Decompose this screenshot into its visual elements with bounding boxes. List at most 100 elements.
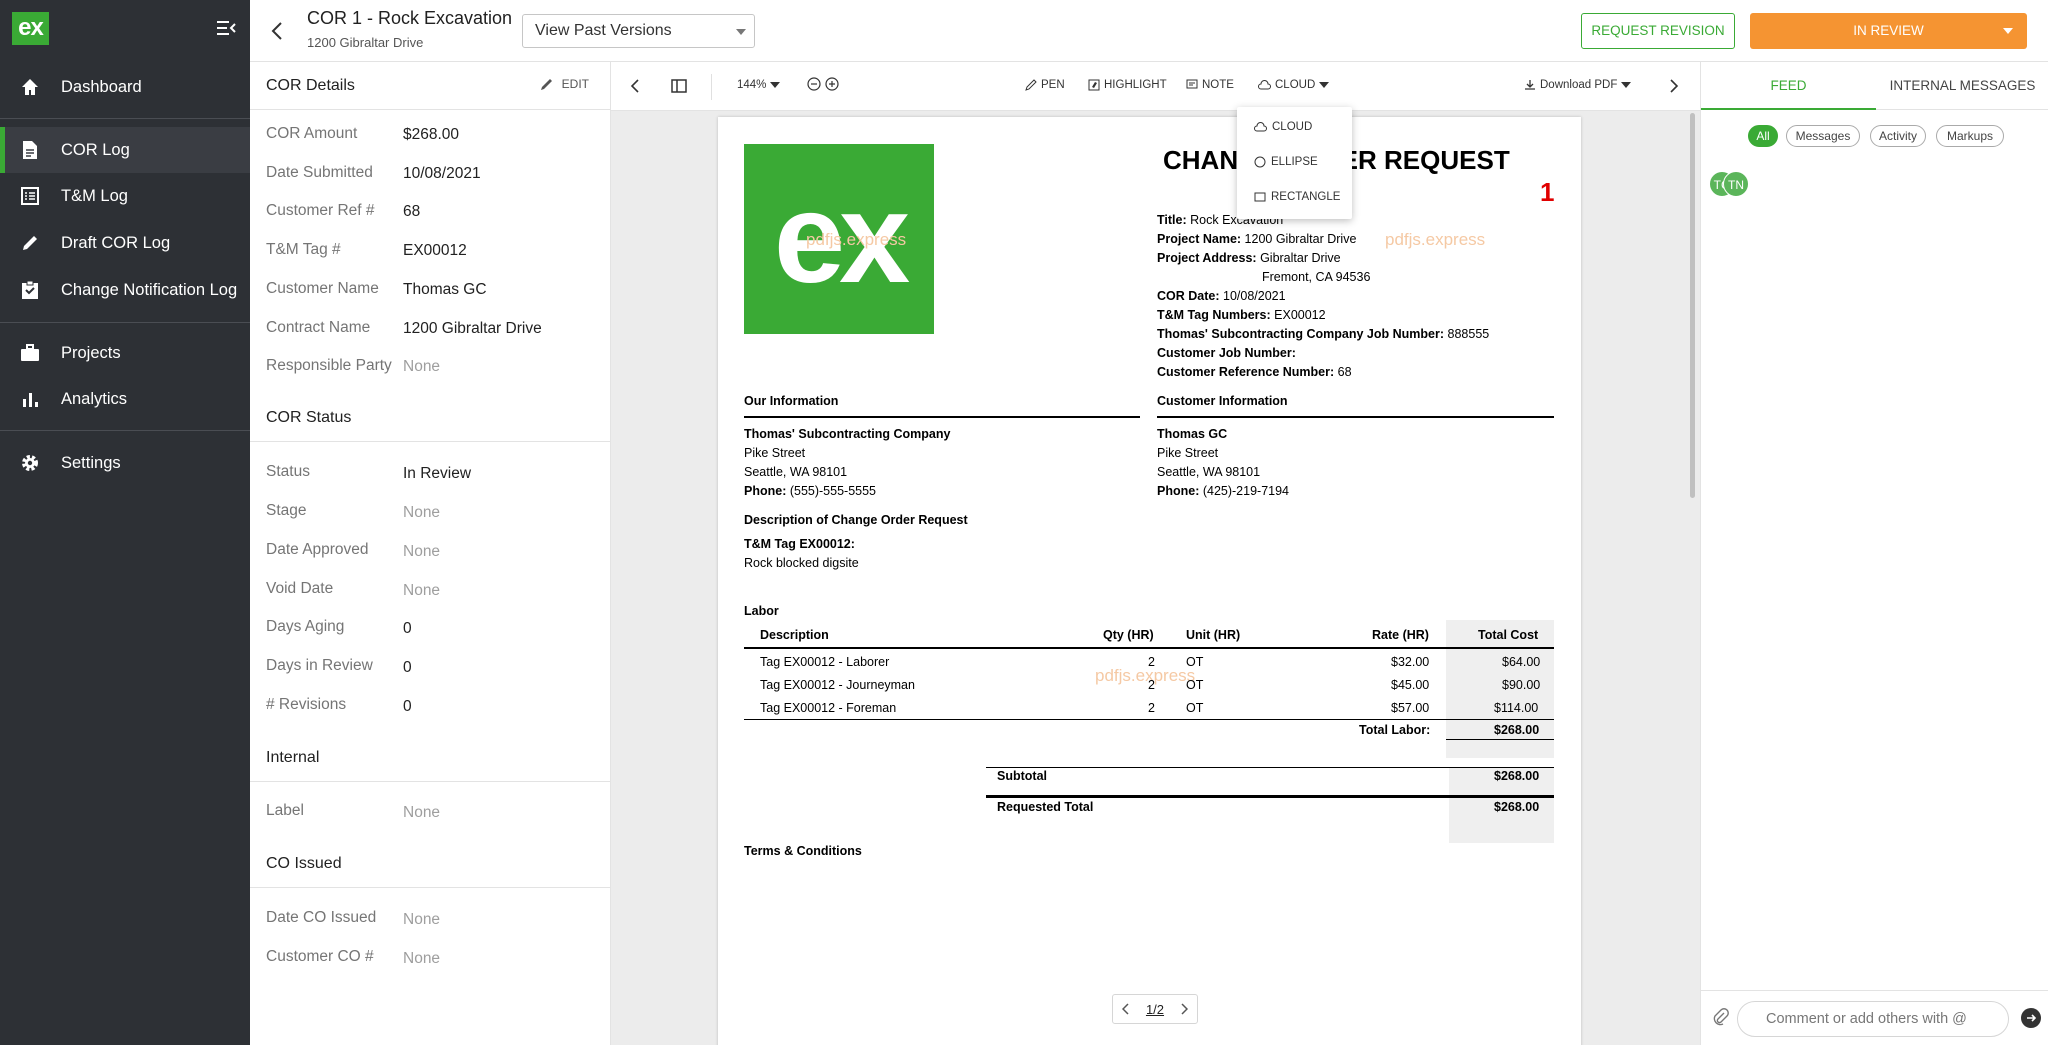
labor-cell: $57.00 [1391, 701, 1430, 715]
field-value: None [403, 582, 441, 599]
field-value: EX00012 [403, 242, 467, 259]
field-label: Customer Ref # [266, 202, 375, 219]
divider-rule [986, 795, 1554, 798]
field-value: None [403, 358, 441, 375]
cor-details-panel: COR Details EDIT COR Amount $268.00 Date… [250, 62, 611, 1045]
sidebar-item-settings[interactable]: Settings [0, 440, 250, 486]
customer-ref-line: Customer Reference Number: 68 [1157, 365, 1352, 379]
watermark: pdfjs.express [1095, 666, 1196, 685]
project-address-label: Project Address: [1157, 251, 1257, 265]
zoom-in-icon[interactable] [825, 77, 839, 91]
prev-icon[interactable] [629, 78, 641, 94]
title-label: Title: [1157, 213, 1187, 227]
chevron-down-icon[interactable] [2003, 28, 2013, 34]
chevron-down-icon [736, 29, 746, 35]
toggle-panel-icon[interactable] [671, 78, 687, 94]
highlight-tool[interactable]: HIGHLIGHT [1088, 79, 1167, 91]
tab-feed[interactable]: FEED [1701, 62, 1876, 110]
past-versions-select[interactable]: View Past Versions [522, 14, 755, 48]
project-address-line: Project Address: Gibraltar Drive [1157, 251, 1341, 265]
sidebar-divider [0, 430, 250, 431]
menu-item-ellipse[interactable]: ELLIPSE [1254, 156, 1318, 168]
request-revision-button[interactable]: REQUEST REVISION [1581, 13, 1735, 49]
watermark: pdfjs.express [806, 230, 907, 249]
field-label: Contract Name [266, 319, 371, 336]
note-tool[interactable]: NOTE [1186, 79, 1234, 91]
cloud-tool[interactable]: CLOUD [1258, 79, 1330, 91]
labor-header: Unit (HR) [1186, 628, 1241, 642]
sidebar-item-label: Draft COR Log [61, 233, 171, 252]
app-logo[interactable]: ex [12, 12, 49, 45]
filter-all[interactable]: All [1748, 125, 1778, 147]
menu-item-cloud[interactable]: CLOUD [1254, 121, 1312, 133]
labor-title: Labor [744, 604, 779, 618]
download-icon [1525, 80, 1535, 90]
collapse-sidebar-icon[interactable] [215, 18, 237, 38]
menu-item-label: CLOUD [1272, 121, 1313, 133]
status-value: In Review [403, 465, 472, 482]
highlight-icon [1088, 79, 1100, 91]
our-phone-line: Phone: (555)-555-5555 [744, 484, 876, 498]
avatar[interactable]: TN [1723, 171, 1749, 197]
page-indicator[interactable]: 1/2 [1146, 1002, 1164, 1017]
next-icon[interactable] [1668, 78, 1680, 94]
filter-markups[interactable]: Markups [1936, 125, 2004, 147]
cor-details-header: COR Details EDIT [250, 62, 611, 110]
field-label: # Revisions [266, 696, 347, 713]
labor-cell: Tag EX00012 - Foreman [760, 701, 897, 715]
divider-rule [1157, 416, 1554, 418]
page-title: COR 1 - Rock Excavation [307, 8, 513, 28]
field-value: 0 [403, 698, 412, 715]
field-value: None [403, 543, 441, 560]
menu-item-rectangle[interactable]: RECTANGLE [1254, 191, 1340, 203]
send-icon[interactable] [2021, 1008, 2041, 1028]
cor-date-label: COR Date: [1157, 289, 1220, 303]
note-label: NOTE [1202, 79, 1234, 91]
field-label: T&M Tag # [266, 241, 341, 258]
attachment-icon[interactable] [1713, 1008, 1729, 1031]
sidebar-item-dashboard[interactable]: Dashboard [0, 64, 250, 110]
cor-date-line: COR Date: 10/08/2021 [1157, 289, 1286, 303]
co-issued-header: CO Issued [250, 840, 611, 888]
chevron-down-icon [770, 82, 781, 88]
sidebar-item-change-notification-log[interactable]: Change Notification Log [0, 267, 250, 313]
tm-tags-value: EX00012 [1274, 308, 1326, 322]
back-arrow-icon[interactable] [268, 20, 288, 42]
cor-date-value: 10/08/2021 [1223, 289, 1286, 303]
status-button[interactable]: IN REVIEW [1750, 13, 2027, 49]
sidebar-item-draft-cor-log[interactable]: Draft COR Log [0, 220, 250, 266]
sidebar-item-projects[interactable]: Projects [0, 330, 250, 376]
terms-title: Terms & Conditions [744, 844, 862, 858]
customer-job-label: Customer Job Number: [1157, 346, 1296, 360]
our-info-title: Our Information [744, 394, 839, 408]
sidebar-item-label: COR Log [61, 140, 130, 159]
filter-messages[interactable]: Messages [1786, 125, 1860, 147]
viewer-scrollbar[interactable] [1690, 113, 1695, 498]
filter-activity[interactable]: Activity [1870, 125, 1926, 147]
job-number-value: 888555 [1447, 327, 1490, 341]
labor-cell: 2 [1148, 678, 1155, 692]
home-icon [19, 76, 41, 98]
download-pdf-button[interactable]: Download PDF [1524, 79, 1632, 91]
section-title: COR Details [266, 77, 355, 94]
comment-input[interactable]: Comment or add others with @ [1737, 1001, 2009, 1037]
sidebar-item-tm-log[interactable]: T&M Log [0, 173, 250, 219]
chevron-left-icon[interactable] [1122, 1003, 1130, 1015]
field-label: Stage [266, 502, 307, 519]
pen-tool[interactable]: PEN [1025, 79, 1065, 91]
requested-total-value: $268.00 [1494, 800, 1540, 814]
tab-internal-messages[interactable]: INTERNAL MESSAGES [1876, 62, 2048, 110]
chevron-right-icon[interactable] [1180, 1003, 1188, 1015]
zoom-out-icon[interactable] [807, 77, 821, 91]
sidebar-item-label: T&M Log [61, 186, 128, 205]
labor-cell: $114.00 [1494, 701, 1539, 715]
chevron-down-icon [1319, 82, 1330, 88]
document-icon [19, 139, 41, 161]
labor-header: Rate (HR) [1372, 628, 1429, 642]
field-value: None [403, 911, 441, 928]
sidebar-item-cor-log[interactable]: COR Log [0, 127, 250, 173]
edit-button[interactable]: EDIT [540, 77, 589, 91]
zoom-select[interactable]: 144% [737, 79, 781, 91]
sidebar-item-analytics[interactable]: Analytics [0, 376, 250, 422]
cor-status-header: COR Status [250, 394, 611, 442]
